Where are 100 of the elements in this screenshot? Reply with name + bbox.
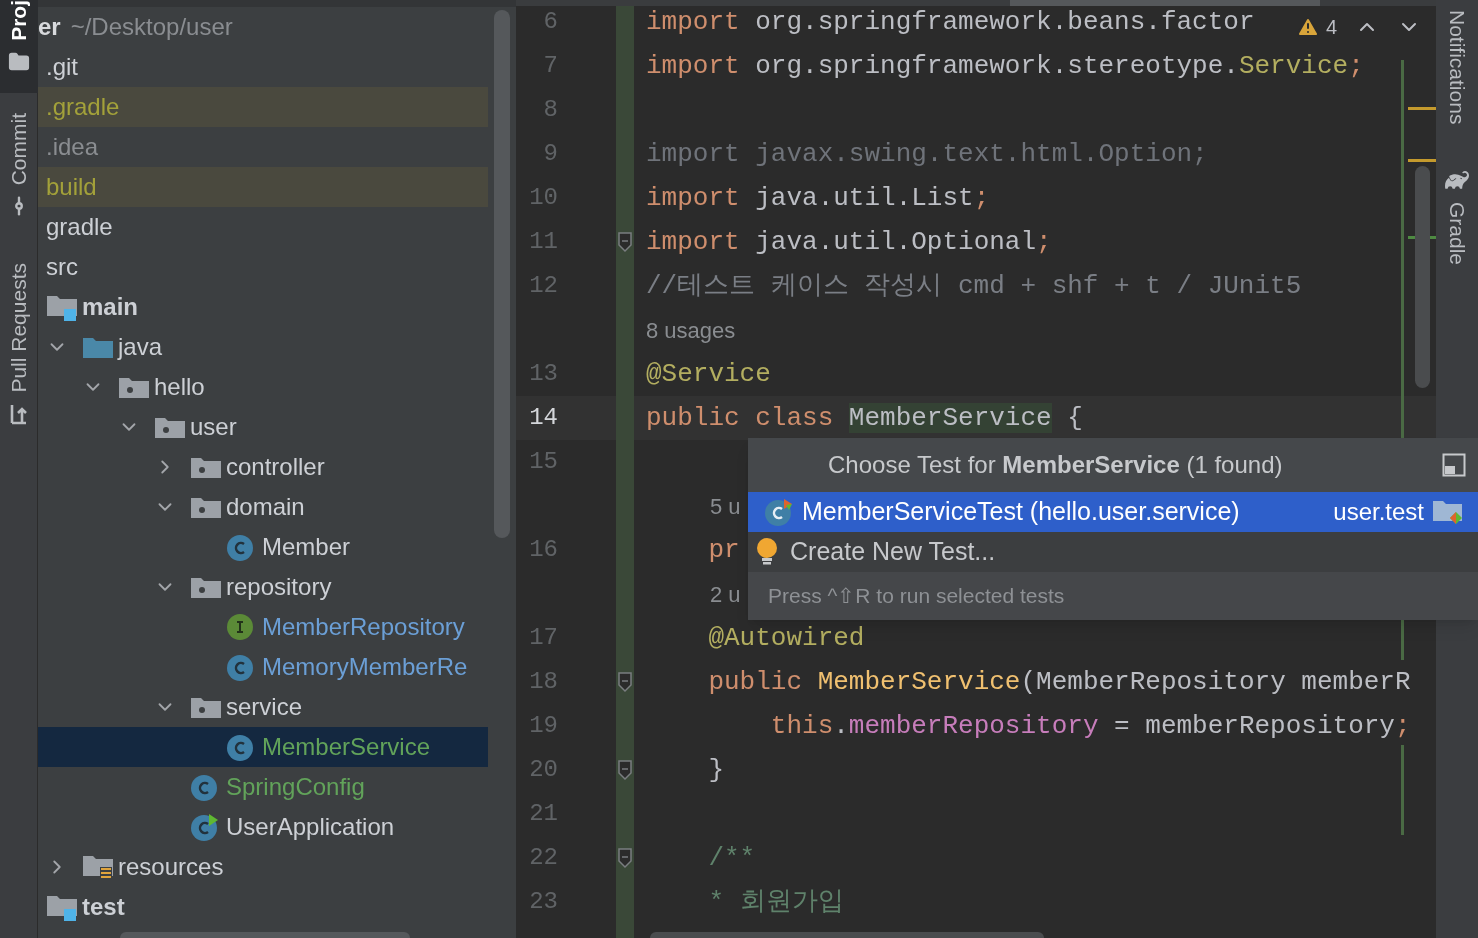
fold-marker-icon[interactable]	[617, 847, 633, 869]
scrollbar[interactable]	[1010, 0, 1320, 6]
usages-hint[interactable]: 5 u	[634, 489, 741, 523]
folder-icon[interactable]	[8, 50, 30, 73]
tree-item-label: hello	[154, 372, 205, 402]
usages-hint[interactable]: 2 u	[634, 577, 741, 611]
scrollbar[interactable]	[120, 932, 410, 938]
tree-item[interactable]: user	[38, 407, 488, 447]
tree-item[interactable]: MemoryMemberRe	[38, 647, 488, 687]
tool-window-tab[interactable]: Proj	[0, 0, 38, 93]
line-number: 21	[528, 799, 558, 829]
code-line: public class MemberService {	[645, 403, 1083, 433]
tree-item-label: main	[82, 292, 138, 322]
fold-marker-icon[interactable]	[617, 759, 633, 781]
folder-icon	[82, 335, 114, 359]
class-icon	[190, 772, 220, 802]
line-number: 14	[528, 403, 558, 433]
tree-item-label: .git	[46, 52, 78, 82]
scrollbar[interactable]	[650, 932, 1044, 938]
code-line: /**	[707, 843, 756, 873]
line-number: 10	[528, 183, 558, 213]
create-test-item[interactable]: Create New Test...	[748, 532, 1478, 572]
project-name: er	[38, 12, 61, 42]
line-number: 7	[542, 51, 558, 81]
scrollbar[interactable]	[1415, 166, 1430, 388]
create-test-label: Create New Test...	[790, 536, 996, 568]
line-number: 6	[542, 7, 558, 37]
tree-item[interactable]: repository	[38, 567, 488, 607]
project-path: ~/Desktop/user	[70, 12, 233, 42]
lightbulb-icon	[756, 538, 778, 566]
pin-icon[interactable]	[1442, 453, 1466, 477]
package-folder-icon	[190, 455, 222, 479]
tree-item[interactable]: gradle	[38, 207, 488, 247]
tree-item-label: MemberRepository	[262, 612, 465, 642]
tree-item[interactable]: service	[38, 687, 488, 727]
code-line: import java.util.Optional;	[645, 227, 1052, 257]
tree-item-label: test	[82, 892, 125, 922]
tool-window-tab[interactable]: Commit	[0, 112, 38, 218]
package-folder-icon	[190, 695, 222, 719]
tree-item[interactable]: MemberService	[38, 727, 488, 767]
tree-item-label: MemoryMemberRe	[262, 652, 468, 682]
code-line: @Service	[645, 359, 771, 389]
code-line: * 회원가입	[707, 887, 844, 917]
source-root-folder-icon	[46, 293, 78, 321]
test-folder-icon	[1432, 498, 1462, 526]
line-number: 8	[542, 95, 558, 125]
tree-item[interactable]: controller	[38, 447, 488, 487]
tree-item-label: repository	[226, 572, 332, 602]
test-class-label: MemberServiceTest (hello.user.service)	[802, 496, 1241, 528]
code-line: import javax.swing.text.html.Option;	[645, 139, 1208, 169]
class-icon	[226, 732, 256, 762]
popup-title: Choose Test for MemberService (1 found)	[828, 450, 1284, 480]
tree-item[interactable]: main	[38, 287, 488, 327]
tree-item[interactable]: Member	[38, 527, 488, 567]
tool-window-tab[interactable]: Gradle	[1441, 168, 1473, 266]
tree-item-label: service	[226, 692, 303, 722]
tree-item[interactable]: SpringConfig	[38, 767, 488, 807]
source-root-folder-icon	[46, 893, 78, 921]
test-class-icon	[764, 497, 794, 527]
class-icon	[226, 532, 256, 562]
tree-item[interactable]: resources	[38, 847, 488, 887]
module-label: user.test	[1333, 497, 1424, 527]
warning-count[interactable]: 4	[1326, 12, 1338, 42]
tree-item[interactable]: java	[38, 327, 488, 367]
code-line: this.memberRepository = memberRepository;	[769, 711, 1411, 741]
tree-item[interactable]: hello	[38, 367, 488, 407]
tree-item[interactable]: src	[38, 247, 488, 287]
line-number: 17	[528, 623, 558, 653]
tree-item-label: MemberService	[262, 732, 431, 762]
tree-item-label: resources	[118, 852, 224, 882]
usages-hint[interactable]: 8 usages	[634, 313, 736, 347]
fold-marker-icon[interactable]	[617, 671, 633, 693]
code-line: pr	[707, 535, 740, 565]
code-line: @Autowired	[707, 623, 865, 653]
tree-item[interactable]: MemberRepository	[38, 607, 488, 647]
line-number: 11	[528, 227, 558, 257]
scrollbar[interactable]	[494, 10, 510, 538]
tool-window-tab[interactable]: Pull Requests	[0, 263, 38, 425]
line-number: 15	[528, 447, 558, 477]
tree-item[interactable]: UserApplication	[38, 807, 488, 847]
code-line: }	[707, 755, 724, 785]
tree-item-label: .idea	[46, 132, 99, 162]
line-number: 16	[528, 535, 558, 565]
test-list-item[interactable]: MemberServiceTest (hello.user.service) user.test	[748, 492, 1478, 532]
line-number: 20	[528, 755, 558, 785]
fold-marker-icon[interactable]	[617, 231, 633, 253]
class-icon	[226, 652, 256, 682]
tree-item[interactable]: .git	[38, 47, 488, 87]
tool-window-tab[interactable]: Notifications	[1441, 10, 1473, 125]
resources-folder-icon	[82, 853, 114, 881]
tree-item[interactable]: domain	[38, 487, 488, 527]
line-number: 23	[528, 887, 558, 917]
tree-item-label: gradle	[46, 212, 113, 242]
warning-marker[interactable]	[1408, 159, 1436, 162]
code-line: //테스트 케이스 작성시 cmd + shf + t / JUnit5	[645, 271, 1302, 301]
tree-item[interactable]: test	[38, 887, 488, 927]
warning-marker[interactable]	[1408, 107, 1436, 110]
tree-item-label: java	[118, 332, 163, 362]
package-folder-icon	[154, 415, 186, 439]
code-line: import org.springframework.beans.factor	[645, 7, 1255, 37]
